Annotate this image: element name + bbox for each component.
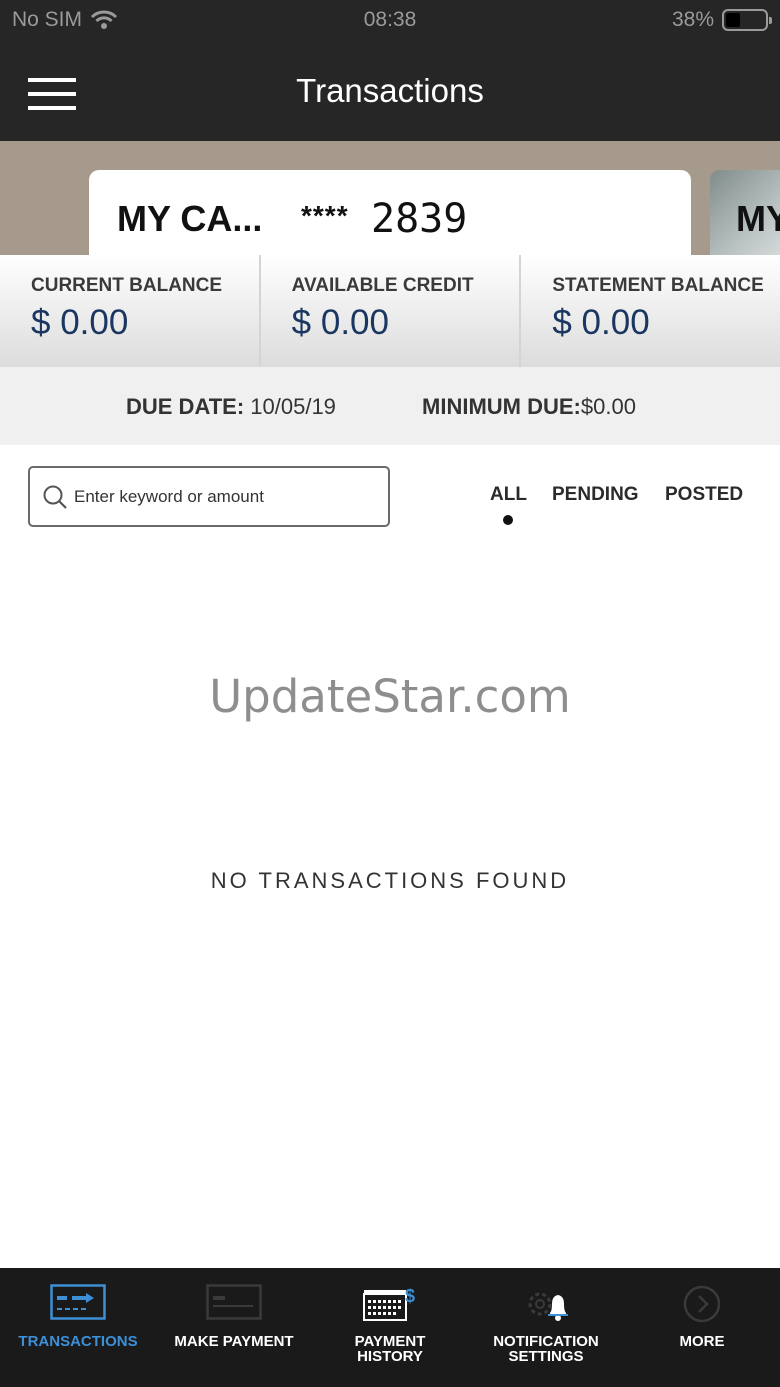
minimum-due: MINIMUM DUE:$0.00 [422,394,636,420]
filter-pending[interactable]: PENDING [552,484,639,506]
tab-payment-history-line1: PAYMENT [354,1333,426,1350]
transactions-icon [50,1284,106,1320]
due-bar: DUE DATE: 10/05/19 MINIMUM DUE:$0.00 [0,367,780,445]
tab-transactions-label: TRANSACTIONS [18,1333,138,1350]
next-card-name: MY [736,198,780,239]
battery: 38% [671,8,772,32]
filter-selected-indicator [503,515,513,525]
available-credit: AVAILABLE CREDIT $ 0.00 [258,255,520,367]
tab-notification-settings-line2: SETTINGS [508,1348,584,1365]
filter-posted[interactable]: POSTED [665,484,743,506]
current-balance-value: $ 0.00 [31,303,129,342]
card-last4: 2839 [371,196,468,242]
due-date: DUE DATE: 10/05/19 [126,394,336,420]
tab-payment-history[interactable]: $ PAYMENT HISTORY [312,1268,468,1387]
due-date-value: 10/05/19 [250,394,336,419]
chevron-circle-icon [683,1285,721,1323]
tab-transactions[interactable]: TRANSACTIONS [0,1268,156,1387]
statement-balance: STATEMENT BALANCE $ 0.00 [519,255,780,367]
tab-notification-settings-line1: NOTIFICATION [493,1333,599,1350]
card-name: MY CA... [117,198,263,239]
clock: 08:38 [363,8,417,31]
search-icon [43,485,67,509]
page-title: Transactions [296,72,484,109]
card-tile[interactable]: MY CA... **** 2839 [89,170,691,255]
search-input[interactable] [74,482,379,512]
available-credit-value: $ 0.00 [291,303,389,342]
card-carousel[interactable]: MY CA... **** 2839 MY [0,141,780,255]
empty-state-message: NO TRANSACTIONS FOUND [210,868,570,893]
statement-balance-label: STATEMENT BALANCE [552,275,764,296]
status-bar: No SIM 08:38 38% [0,0,780,40]
svg-text:$: $ [405,1286,415,1306]
current-balance: CURRENT BALANCE $ 0.00 [0,255,259,367]
bell-gear-icon [528,1292,568,1321]
tab-make-payment-label: MAKE PAYMENT [174,1333,294,1350]
card-payment-icon [206,1284,262,1320]
search-box[interactable] [28,466,390,527]
card-mask: **** [301,200,349,231]
tab-payment-history-label: PAYMENT HISTORY [312,1334,468,1364]
tab-notification-settings-label: NOTIFICATION SETTINGS [468,1334,624,1364]
due-date-label: DUE DATE: [126,394,245,419]
watermark: UpdateStar.com [209,670,571,723]
payment-history-icon: $ [363,1286,415,1321]
bottom-tab-bar: TRANSACTIONS MAKE PAYMENT $ PAYMENT HIST… [0,1268,780,1387]
battery-percent: 38% [671,8,714,31]
top-bar: No SIM 08:38 38% Transactions [0,0,780,141]
filter-all[interactable]: ALL [490,484,527,506]
current-balance-label: CURRENT BALANCE [31,275,223,296]
minimum-due-label: MINIMUM DUE: [422,394,581,419]
balance-summary: CURRENT BALANCE $ 0.00 AVAILABLE CREDIT … [0,255,780,367]
tab-make-payment[interactable]: MAKE PAYMENT [156,1268,312,1387]
statement-balance-value: $ 0.00 [552,303,650,342]
tab-more[interactable]: MORE [624,1268,780,1387]
minimum-due-value: $0.00 [580,394,636,419]
next-card-tile[interactable]: MY [710,170,780,255]
tab-notification-settings[interactable]: NOTIFICATION SETTINGS [468,1268,624,1387]
tab-more-label: MORE [679,1333,725,1350]
tab-payment-history-line2: HISTORY [357,1348,423,1365]
available-credit-label: AVAILABLE CREDIT [291,275,474,296]
battery-icon [722,9,772,31]
